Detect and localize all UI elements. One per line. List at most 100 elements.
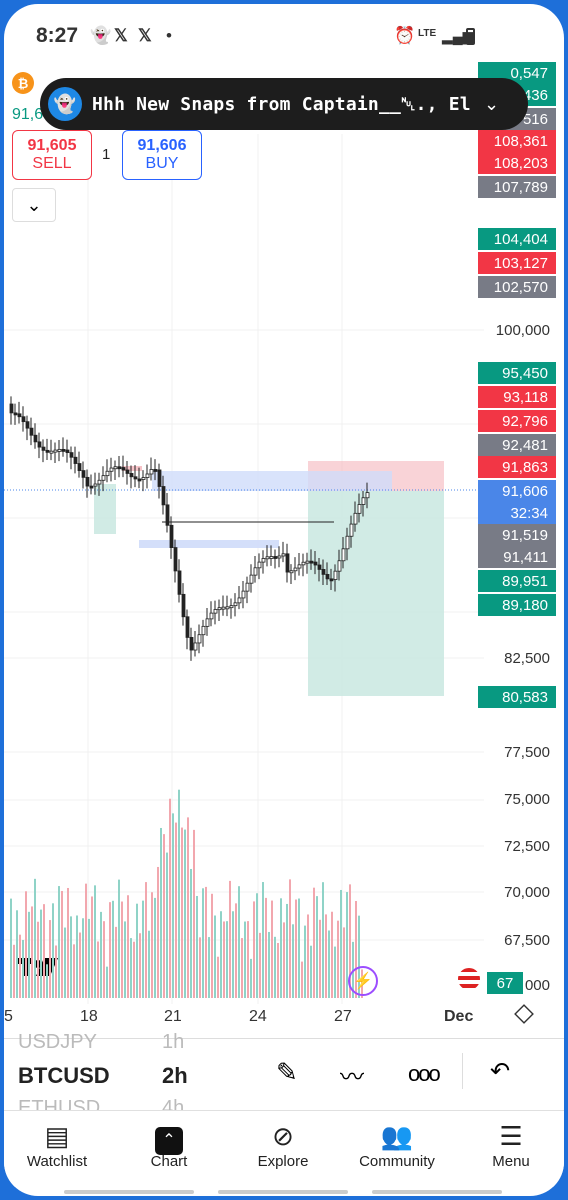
candle-body [25, 421, 30, 429]
candle-body [149, 469, 154, 475]
lightning-icon[interactable]: ⚡ [348, 966, 378, 996]
symbol-selected[interactable]: BTCUSD [18, 1063, 110, 1089]
time-label: 27 [334, 1008, 352, 1025]
volume-bar [73, 944, 75, 998]
volume-bar [295, 899, 297, 998]
candle-body [69, 452, 74, 458]
candle-body [209, 612, 214, 620]
nav-community[interactable]: 👥 Community [352, 1119, 442, 1170]
candle-body [165, 504, 170, 526]
candle-body [345, 535, 350, 550]
candle-body [233, 602, 238, 607]
volume-bar [169, 798, 171, 998]
candle-body [229, 605, 234, 609]
volume-bar [292, 924, 294, 998]
compass-icon: ⊘ [272, 1121, 294, 1151]
candle-body [301, 561, 306, 566]
volume-bar [58, 886, 60, 998]
price-label: 89,180 [478, 594, 556, 616]
volume-bar [88, 918, 90, 998]
candle-body [333, 570, 338, 580]
volume-bar [271, 900, 273, 998]
volume-bar [112, 900, 114, 998]
candle-body [341, 548, 346, 562]
candle-body [161, 486, 166, 506]
volume-bar [208, 937, 210, 998]
nav-explore[interactable]: ⊘ Explore [238, 1119, 328, 1170]
candle-body [93, 483, 98, 487]
candle-body [57, 448, 62, 452]
nav-label: Chart [150, 1153, 188, 1170]
interval-option[interactable]: 1h [162, 1031, 184, 1054]
candle-body [21, 416, 26, 423]
buy-button[interactable]: 91,606 BUY [122, 130, 202, 180]
candle-body [141, 477, 146, 480]
candle-body [137, 478, 142, 482]
candle-body [173, 547, 178, 572]
price-label: 107,789 [478, 176, 556, 198]
more-icon[interactable]: ooo [408, 1061, 441, 1087]
quantity[interactable]: 1 [102, 146, 110, 163]
candle-body [337, 560, 342, 572]
nav-menu[interactable]: ☰ Menu [466, 1119, 556, 1170]
candle-body [237, 597, 242, 604]
volume-bar [265, 897, 267, 998]
candle-body [121, 467, 126, 471]
volume-bar [319, 919, 321, 998]
volume-bar [343, 927, 345, 998]
candle-body [169, 524, 174, 548]
candle-body [145, 473, 150, 478]
volume-bar [202, 888, 204, 998]
volume-bar [151, 892, 153, 998]
chevron-down-icon[interactable]: ⌄ [484, 94, 499, 115]
candle-body [249, 574, 254, 584]
candle-body [157, 469, 162, 487]
nav-chart[interactable]: ⌃ Chart [124, 1119, 214, 1170]
interval-selected[interactable]: 2h [162, 1063, 188, 1089]
candle-body [81, 470, 86, 478]
volume-bar [106, 966, 108, 998]
volume-bar [244, 921, 246, 998]
candle-body [321, 569, 326, 575]
price-label: 108,361 [478, 130, 556, 152]
nav-label: Menu [492, 1153, 530, 1170]
volume-bar [19, 934, 21, 998]
volume-bar [196, 895, 198, 998]
buy-label: BUY [145, 155, 179, 172]
volume-bar [160, 827, 162, 998]
candle-body [29, 427, 34, 436]
collapse-chevron-icon[interactable]: ⌄ [12, 188, 56, 222]
volume-bar [304, 925, 306, 998]
time-label: 5 [4, 1008, 13, 1025]
nav-label: Explore [257, 1153, 309, 1170]
volume-bar [127, 895, 129, 998]
volume-bar [16, 910, 18, 998]
nav-watchlist[interactable]: ▤ Watchlist [12, 1119, 102, 1170]
candle-body [133, 476, 138, 480]
candle-body [129, 473, 134, 478]
volume-bar [307, 914, 309, 998]
candle-body [197, 634, 202, 644]
volume-bar [13, 944, 15, 998]
candle-body [241, 590, 246, 599]
price-label: 108,203 [478, 152, 556, 174]
volume-bar [64, 927, 66, 998]
sell-button[interactable]: 91,605 SELL [12, 130, 92, 180]
volume-bar [154, 897, 156, 998]
symbol-option[interactable]: USDJPY [18, 1031, 97, 1054]
volume-bar [193, 829, 195, 998]
draw-pen-icon[interactable]: ✎ [276, 1057, 298, 1088]
candle-body [309, 560, 314, 564]
snapchat-notification[interactable]: 👻 Hhh New Snaps from Captain__␀., El-Ja_… [40, 78, 528, 130]
volume-bar [142, 900, 144, 998]
volume-bar [178, 789, 180, 998]
volume-bar [331, 911, 333, 998]
volume-bar [187, 817, 189, 998]
price-label: 92,796 [478, 410, 556, 432]
candle-body [353, 512, 358, 525]
trendline-icon[interactable]: 〰 [340, 1057, 364, 1092]
undo-icon[interactable]: ↶ [490, 1057, 510, 1086]
candle-body [189, 637, 194, 651]
volume-bar [118, 879, 120, 998]
volume-bar [253, 901, 255, 998]
